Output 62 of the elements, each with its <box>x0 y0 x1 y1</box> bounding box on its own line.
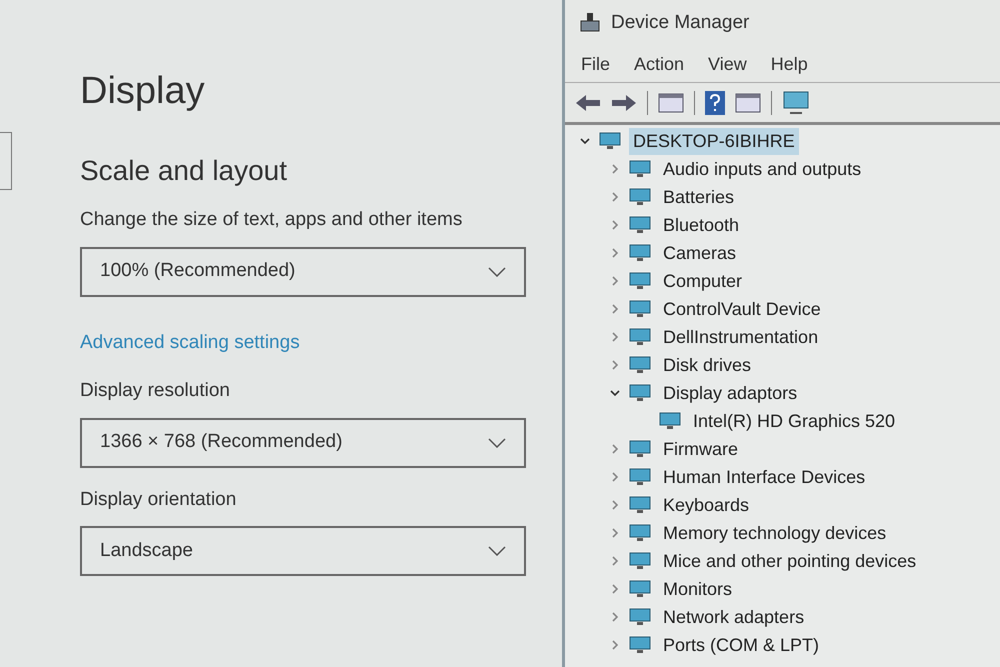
page-title: Display <box>80 72 205 110</box>
device-icon <box>629 299 651 319</box>
tree-item[interactable]: Disk drives <box>659 352 756 378</box>
tree-item[interactable]: Human Interface Devices <box>659 464 870 490</box>
device-icon <box>629 635 651 655</box>
menu-item[interactable]: File <box>581 50 610 78</box>
device-icon <box>629 243 651 263</box>
tree-item[interactable]: Cameras <box>659 240 740 266</box>
computer-icon <box>579 12 601 34</box>
panel-icon[interactable] <box>658 92 684 112</box>
device-icon <box>629 159 651 179</box>
device-icon <box>629 467 651 487</box>
field-label: Display resolution <box>80 379 230 403</box>
device-icon <box>629 551 651 571</box>
device-icon <box>629 607 651 627</box>
device-icon <box>629 579 651 599</box>
device-icon <box>629 355 651 375</box>
forward-arrow-icon[interactable] <box>611 92 637 112</box>
search-field[interactable] <box>0 132 12 190</box>
tree-item[interactable]: Bluetooth <box>659 212 744 238</box>
dropdown[interactable]: 100% (Recommended) <box>80 246 526 296</box>
device-icon <box>629 327 651 347</box>
tree-item[interactable]: DellInstrumentation <box>659 324 822 350</box>
device-icon <box>659 411 681 431</box>
tree-item[interactable]: Firmware <box>659 436 742 462</box>
dropdown[interactable]: Landscape <box>80 526 526 576</box>
device-icon <box>629 271 651 291</box>
device-icon <box>629 215 651 235</box>
tree-item[interactable]: Display adaptors <box>659 380 802 406</box>
tree-item[interactable]: Ports (COM & LPT) <box>659 632 824 658</box>
menu-item[interactable]: Action <box>634 50 684 78</box>
field-label: Change the size of text, apps and other items <box>80 208 462 232</box>
window-title: Device Manager <box>611 10 750 35</box>
tree-item[interactable]: Batteries <box>659 184 738 210</box>
back-arrow-icon[interactable] <box>575 92 601 112</box>
tree-item[interactable]: Memory technology devices <box>659 520 890 546</box>
section-heading: Scale and layout <box>80 154 288 188</box>
device-icon <box>629 187 651 207</box>
tree-item[interactable]: Network adapters <box>659 604 808 630</box>
tree-item[interactable]: Audio inputs and outputs <box>659 156 866 182</box>
device-icon <box>629 495 651 515</box>
tree-item[interactable]: Computer <box>659 268 746 294</box>
panel-icon[interactable] <box>735 92 761 112</box>
tree-item[interactable]: Monitors <box>659 576 736 602</box>
monitor-icon[interactable] <box>782 90 810 114</box>
tree-item[interactable]: DESKTOP-6IBIHRE <box>629 128 799 154</box>
menu-item[interactable]: View <box>708 50 747 78</box>
field-label: Display orientation <box>80 488 236 512</box>
device-icon <box>629 439 651 459</box>
tree-item[interactable]: Keyboards <box>659 492 754 518</box>
device-icon <box>629 383 651 403</box>
chevron-down-icon <box>488 438 506 448</box>
tree-item[interactable]: Mice and other pointing devices <box>659 548 920 574</box>
chevron-down-icon <box>488 266 506 276</box>
tree-item[interactable]: Intel(R) HD Graphics 520 <box>689 408 900 434</box>
device-icon <box>629 523 651 543</box>
tree-item[interactable]: ControlVault Device <box>659 296 825 322</box>
dropdown[interactable]: 1366 × 768 (Recommended) <box>80 418 526 468</box>
help-icon[interactable] <box>705 90 725 114</box>
menu-item[interactable]: Help <box>770 50 808 78</box>
chevron-down-icon <box>488 546 506 556</box>
device-icon <box>599 131 621 151</box>
